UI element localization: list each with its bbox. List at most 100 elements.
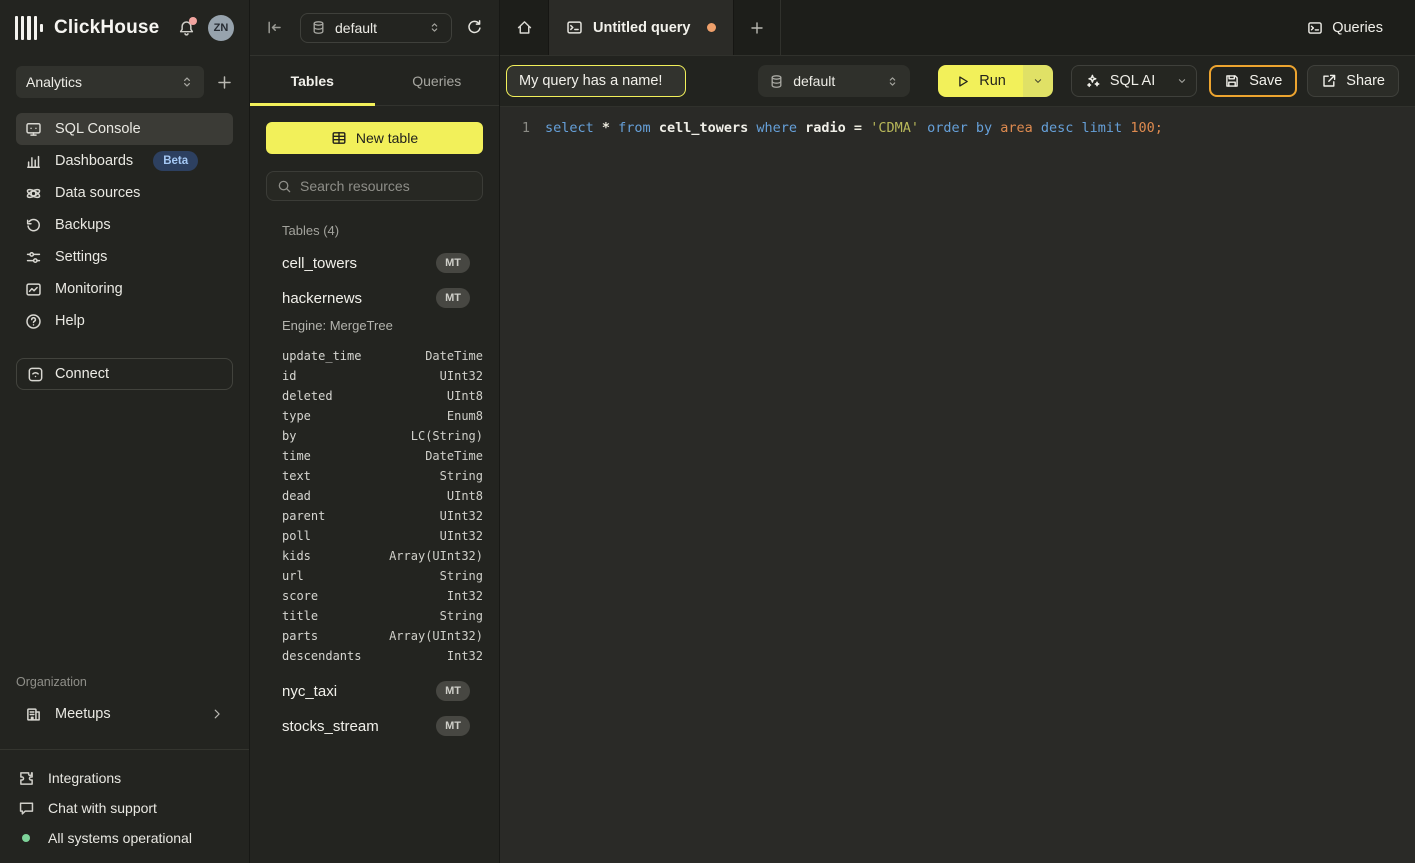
connect-button[interactable]: Connect <box>16 358 233 390</box>
column-type: String <box>440 609 483 623</box>
new-query-tab-button[interactable] <box>734 0 781 55</box>
sidebar-item-label: Meetups <box>55 706 111 722</box>
table-row-nyc-taxi[interactable]: nyc_taxi MT <box>282 681 483 701</box>
sidebar-item-label: Data sources <box>55 185 140 201</box>
sidebar-item-data-sources[interactable]: Data sources <box>16 177 233 209</box>
app-root: ClickHouse ZN Analytics <box>0 0 1415 863</box>
column-row: partsArray(UInt32) <box>282 626 483 646</box>
system-status-link[interactable]: All systems operational <box>16 823 233 853</box>
add-workspace-button[interactable] <box>216 74 233 91</box>
column-row: parentUInt32 <box>282 506 483 526</box>
query-name-input[interactable] <box>506 65 686 97</box>
run-options-button[interactable] <box>1023 65 1053 97</box>
notification-dot <box>189 17 197 25</box>
sidebar-item-monitoring[interactable]: Monitoring <box>16 273 233 305</box>
table-name: stocks_stream <box>282 718 379 735</box>
sql-ai-button[interactable]: SQL AI <box>1072 66 1168 96</box>
save-button[interactable]: Save <box>1209 65 1297 97</box>
table-name: hackernews <box>282 290 362 307</box>
queries-button[interactable]: Queries <box>1299 14 1391 42</box>
sidebar-item-sql-console[interactable]: SQL Console <box>16 113 233 145</box>
column-type: DateTime <box>425 449 483 463</box>
column-row: update_timeDateTime <box>282 346 483 366</box>
tab-tables[interactable]: Tables <box>250 56 375 105</box>
column-row: descendantsInt32 <box>282 646 483 666</box>
chevron-updown-icon <box>428 21 441 34</box>
new-table-button[interactable]: New table <box>266 122 483 154</box>
column-row: dead UInt8 <box>282 486 483 506</box>
sidebar-item-label: SQL Console <box>55 121 141 137</box>
table-row-hackernews[interactable]: hackernews MT <box>282 288 483 308</box>
home-button[interactable] <box>500 0 548 55</box>
status-green-dot <box>22 834 30 842</box>
engine-badge: MT <box>436 681 470 701</box>
code-line: 1 select * from cell_towers where radio … <box>500 118 1415 138</box>
terminal-icon <box>566 19 583 36</box>
column-type: UInt8 <box>447 489 483 503</box>
collapse-panel-icon[interactable] <box>266 19 283 36</box>
tab-queries[interactable]: Queries <box>375 56 500 105</box>
search-box <box>266 171 483 201</box>
sidebar-item-meetups[interactable]: Meetups <box>16 698 233 730</box>
save-icon <box>1224 73 1240 89</box>
column-type: LC(String) <box>411 429 483 443</box>
beta-badge: Beta <box>153 151 198 171</box>
organization-section-label: Organization <box>16 675 233 689</box>
column-name: url <box>282 569 304 583</box>
sidebar-item-dashboards[interactable]: Dashboards Beta <box>16 145 233 177</box>
sidebar-item-help[interactable]: Help <box>16 305 233 337</box>
column-row: textString <box>282 466 483 486</box>
avatar[interactable]: ZN <box>208 15 234 41</box>
table-row-stocks-stream[interactable]: stocks_stream MT <box>282 716 483 736</box>
refresh-icon[interactable] <box>466 19 483 36</box>
run-database-select[interactable]: default <box>758 65 910 97</box>
table-row-cell-towers[interactable]: cell_towers MT <box>282 253 483 273</box>
resource-list: Tables (4) cell_towers MT hackernews MT … <box>266 223 483 736</box>
search-input[interactable] <box>300 178 472 194</box>
code-token: from <box>618 120 659 136</box>
code-token: order <box>927 120 976 136</box>
column-type: DateTime <box>425 349 483 363</box>
search-icon <box>277 179 292 194</box>
code-token: = <box>854 120 870 136</box>
column-type: Array(UInt32) <box>389 629 483 643</box>
sidebar-item-settings[interactable]: Settings <box>16 241 233 273</box>
tables-section-title: Tables (4) <box>282 223 483 238</box>
sql-editor[interactable]: 1 select * from cell_towers where radio … <box>500 107 1415 863</box>
run-database-select-value: default <box>793 73 877 89</box>
workspace-select-value: Analytics <box>26 74 180 90</box>
database-select-value: default <box>335 20 419 36</box>
new-table-button-label: New table <box>356 130 418 146</box>
column-name: dead <box>282 489 311 503</box>
sidebar-item-backups[interactable]: Backups <box>16 209 233 241</box>
footer-item-label: All systems operational <box>48 830 192 846</box>
table-icon <box>331 130 347 146</box>
column-list: update_timeDateTimeidUInt32deletedUInt8t… <box>282 346 483 666</box>
column-name: kids <box>282 549 311 563</box>
home-icon <box>516 19 533 36</box>
workspace-select[interactable]: Analytics <box>16 66 204 98</box>
database-select[interactable]: default <box>300 13 452 43</box>
notifications-button[interactable] <box>178 20 195 37</box>
integrations-link[interactable]: Integrations <box>16 763 233 793</box>
table-name: nyc_taxi <box>282 683 337 700</box>
column-row: deletedUInt8 <box>282 386 483 406</box>
clickhouse-logo-icon <box>15 15 43 41</box>
column-name: parent <box>282 509 325 523</box>
play-icon <box>955 74 970 89</box>
column-type: UInt8 <box>447 389 483 403</box>
share-button[interactable]: Share <box>1307 65 1399 97</box>
column-type: UInt32 <box>440 369 483 383</box>
run-button[interactable]: Run <box>938 65 1023 97</box>
column-row: pollUInt32 <box>282 526 483 546</box>
plus-icon <box>749 20 765 36</box>
sparkles-icon <box>1085 73 1101 89</box>
code-token: radio <box>805 120 854 136</box>
chat-bubble-icon <box>18 800 35 817</box>
column-type: Enum8 <box>447 409 483 423</box>
queries-button-label: Queries <box>1332 20 1383 36</box>
sidebar-item-label: Help <box>55 313 85 329</box>
query-tab-untitled[interactable]: Untitled query <box>548 0 734 55</box>
chat-support-link[interactable]: Chat with support <box>16 793 233 823</box>
sql-ai-options-button[interactable] <box>1168 66 1196 96</box>
